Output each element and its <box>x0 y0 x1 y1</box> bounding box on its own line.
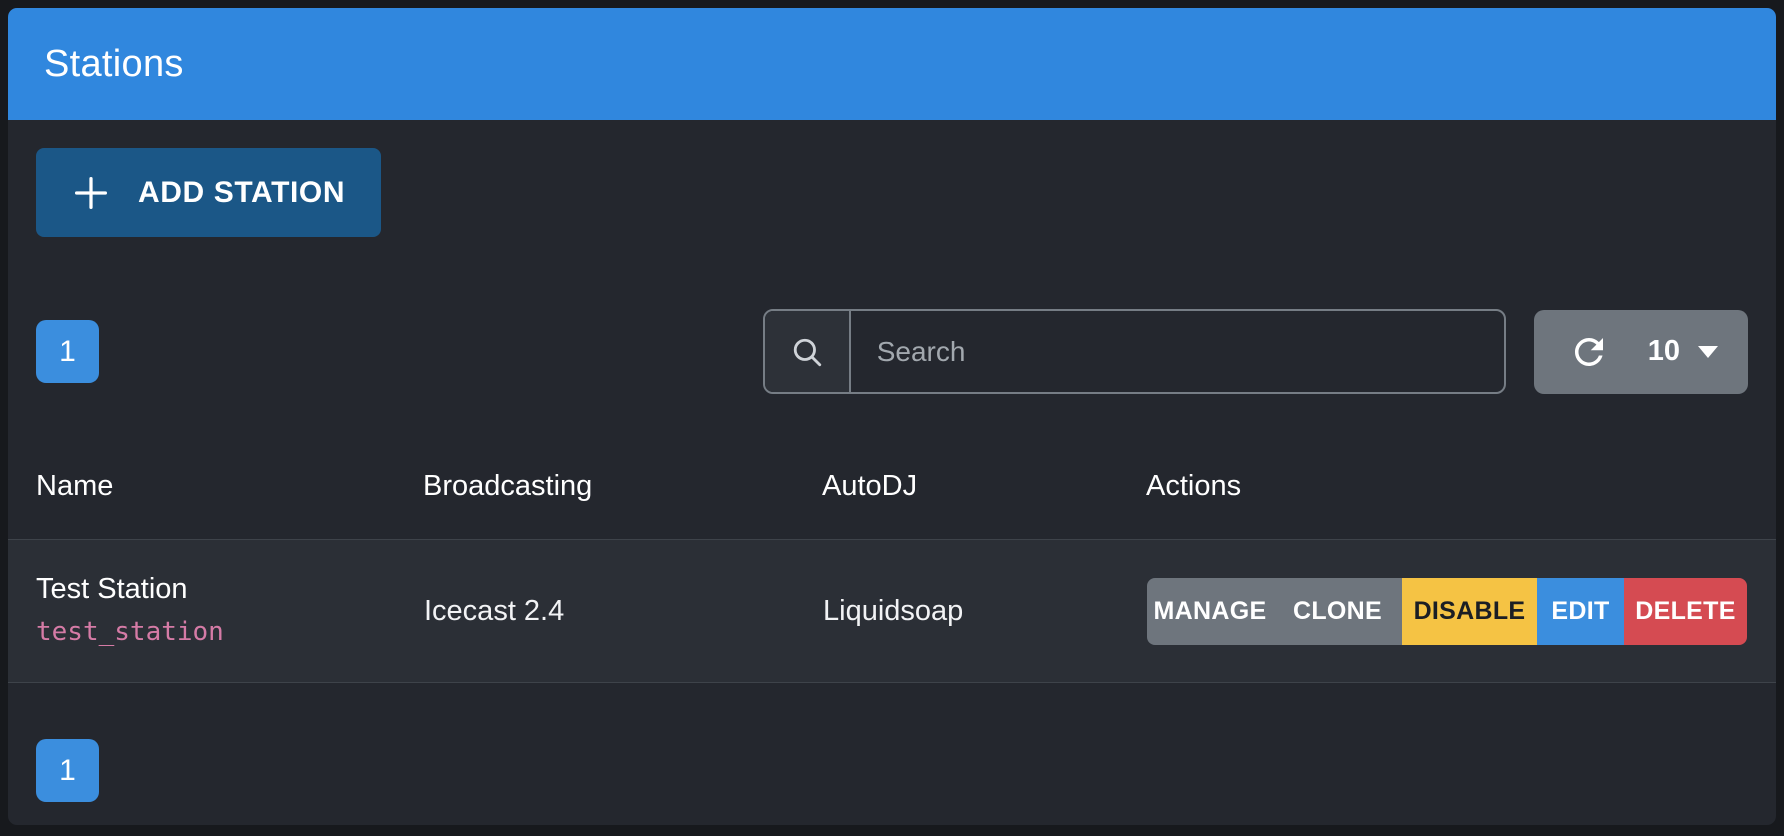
caret-down-icon <box>1698 346 1718 358</box>
table-row: Test Station test_station Icecast 2.4 Li… <box>8 540 1776 683</box>
clone-button[interactable]: CLONE <box>1273 578 1402 645</box>
refresh-icon <box>1568 331 1610 373</box>
station-actions-group: MANAGE CLONE DISABLE EDIT DELETE <box>1147 578 1747 645</box>
column-header-actions: Actions <box>1146 394 1776 540</box>
station-name: Test Station <box>36 568 422 611</box>
station-name-cell: Test Station test_station <box>8 540 423 683</box>
pagination-top: 1 <box>36 320 99 383</box>
column-header-broadcasting: Broadcasting <box>423 394 822 540</box>
pagination-bottom: 1 <box>36 739 1776 802</box>
column-header-name: Name <box>8 394 423 540</box>
table-header-row: Name Broadcasting AutoDJ Actions <box>8 394 1776 540</box>
add-station-button[interactable]: ADD STATION <box>36 148 381 237</box>
station-short-name: test_station <box>36 611 422 654</box>
station-actions-cell: MANAGE CLONE DISABLE EDIT DELETE <box>1146 540 1776 683</box>
search-input[interactable] <box>851 311 1504 392</box>
add-station-label: ADD STATION <box>138 176 345 210</box>
controls-right: 10 <box>763 309 1748 394</box>
edit-button[interactable]: EDIT <box>1537 578 1624 645</box>
search-icon-wrap <box>765 311 851 392</box>
pagination-page-button[interactable]: 1 <box>36 320 99 383</box>
search-icon <box>790 335 824 369</box>
disable-button[interactable]: DISABLE <box>1402 578 1537 645</box>
refresh-button[interactable] <box>1534 310 1628 394</box>
station-broadcasting: Icecast 2.4 <box>423 540 822 683</box>
controls-row: 1 10 <box>8 309 1776 394</box>
column-header-autodj: AutoDJ <box>822 394 1146 540</box>
search-group <box>763 309 1506 394</box>
plus-icon <box>68 170 114 216</box>
toolbar: ADD STATION <box>8 120 1776 237</box>
stations-table: Name Broadcasting AutoDJ Actions Test St… <box>8 394 1776 683</box>
perpage-group: 10 <box>1534 310 1748 394</box>
page-title: Stations <box>44 43 184 86</box>
per-page-value: 10 <box>1648 335 1680 368</box>
per-page-select[interactable]: 10 <box>1628 310 1748 394</box>
manage-button[interactable]: MANAGE <box>1147 578 1273 645</box>
delete-button[interactable]: DELETE <box>1624 578 1747 645</box>
stations-card: Stations ADD STATION 1 <box>8 8 1776 825</box>
pagination-page-button[interactable]: 1 <box>36 739 99 802</box>
card-header: Stations <box>8 8 1776 120</box>
station-autodj: Liquidsoap <box>822 540 1146 683</box>
